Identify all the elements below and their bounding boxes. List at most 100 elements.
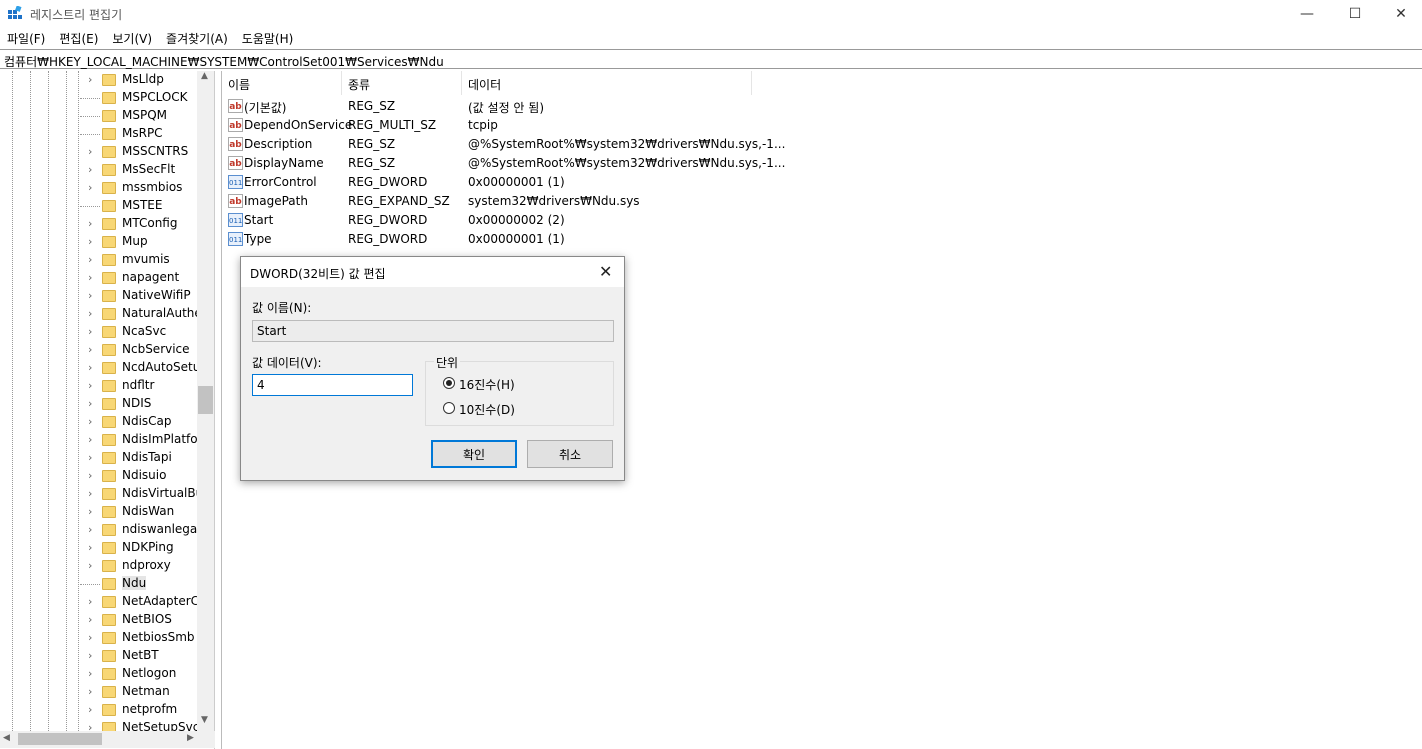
- tree-item[interactable]: › NetBT: [0, 647, 197, 665]
- tree-item[interactable]: › NdisVirtualBus: [0, 485, 209, 503]
- tree-item[interactable]: › napagent: [0, 269, 197, 287]
- scroll-up-icon[interactable]: ▲: [201, 71, 208, 81]
- cancel-button[interactable]: 취소: [527, 440, 613, 468]
- expand-chevron-icon[interactable]: ›: [88, 451, 92, 464]
- tree-item-label[interactable]: Netman: [122, 684, 170, 698]
- tree-item[interactable]: › ndproxy: [0, 557, 197, 575]
- column-data[interactable]: 데이터: [462, 71, 752, 95]
- tree-item[interactable]: MsRPC: [0, 125, 197, 143]
- expand-chevron-icon[interactable]: ›: [88, 523, 92, 536]
- column-name[interactable]: 이름: [222, 71, 342, 95]
- menu-help[interactable]: 도움말(H): [235, 28, 301, 48]
- menu-edit[interactable]: 편집(E): [52, 28, 105, 48]
- dec-radio[interactable]: [443, 402, 455, 414]
- menu-favorites[interactable]: 즐겨찾기(A): [159, 28, 235, 48]
- expand-chevron-icon[interactable]: ›: [88, 253, 92, 266]
- tree-item[interactable]: › NetbiosSmb: [0, 629, 197, 647]
- scroll-right-icon[interactable]: ▶: [187, 733, 194, 743]
- value-data-input[interactable]: 4: [252, 374, 413, 396]
- tree-item-label[interactable]: MsRPC: [122, 126, 163, 140]
- tree-item[interactable]: MSTEE: [0, 197, 197, 215]
- tree-item[interactable]: › MsLldp: [0, 71, 197, 89]
- tree-item-label[interactable]: NcaSvc: [122, 324, 166, 338]
- tree-item[interactable]: › MSSCNTRS: [0, 143, 197, 161]
- tree-item-label[interactable]: ndfltr: [122, 378, 154, 392]
- tree-item-label[interactable]: Netlogon: [122, 666, 176, 680]
- menu-file[interactable]: 파일(F): [0, 28, 52, 48]
- tree-item[interactable]: › NDIS: [0, 395, 197, 413]
- tree-item[interactable]: › NetBIOS: [0, 611, 197, 629]
- dialog-close-button[interactable]: ✕: [599, 262, 612, 281]
- tree-item-label[interactable]: NativeWifiP: [122, 288, 191, 302]
- tree-item-label[interactable]: Ndu: [122, 576, 147, 590]
- close-button[interactable]: ✕: [1378, 0, 1422, 28]
- column-type[interactable]: 종류: [342, 71, 462, 95]
- tree-item-label[interactable]: MTConfig: [122, 216, 177, 230]
- expand-chevron-icon[interactable]: ›: [88, 145, 92, 158]
- expand-chevron-icon[interactable]: ›: [88, 271, 92, 284]
- tree-item[interactable]: › NdisImPlatform: [0, 431, 214, 449]
- expand-chevron-icon[interactable]: ›: [88, 325, 92, 338]
- tree-item-label[interactable]: mvumis: [122, 252, 170, 266]
- tree-item-label[interactable]: NetBT: [122, 648, 159, 662]
- expand-chevron-icon[interactable]: ›: [88, 181, 92, 194]
- tree-item-label[interactable]: napagent: [122, 270, 179, 284]
- minimize-button[interactable]: —: [1284, 0, 1330, 28]
- tree-item[interactable]: › NdisWan: [0, 503, 197, 521]
- expand-chevron-icon[interactable]: ›: [88, 559, 92, 572]
- value-row[interactable]: ab (기본값) REG_SZ (값 설정 안 됨): [222, 97, 752, 116]
- tree-item[interactable]: › Ndisuio: [0, 467, 197, 485]
- expand-chevron-icon[interactable]: ›: [88, 217, 92, 230]
- maximize-button[interactable]: ☐: [1332, 0, 1378, 28]
- tree-item[interactable]: Ndu: [0, 575, 197, 593]
- menu-view[interactable]: 보기(V): [105, 28, 159, 48]
- tree-item-label[interactable]: mssmbios: [122, 180, 182, 194]
- tree-item-label[interactable]: NdisTapi: [122, 450, 172, 464]
- tree-item-label[interactable]: NcdAutoSetup: [122, 360, 208, 374]
- tree-item-label[interactable]: Mup: [122, 234, 148, 248]
- expand-chevron-icon[interactable]: ›: [88, 595, 92, 608]
- tree-item-label[interactable]: MsSecFlt: [122, 162, 175, 176]
- tree-item-label[interactable]: NetBIOS: [122, 612, 172, 626]
- tree-item[interactable]: MSPCLOCK: [0, 89, 197, 107]
- address-bar[interactable]: 컴퓨터₩HKEY_LOCAL_MACHINE₩SYSTEM₩ControlSet…: [0, 49, 1422, 69]
- expand-chevron-icon[interactable]: ›: [88, 343, 92, 356]
- value-row[interactable]: 011 Type REG_DWORD 0x00000001 (1): [222, 230, 752, 249]
- expand-chevron-icon[interactable]: ›: [88, 361, 92, 374]
- hex-radio[interactable]: [443, 377, 455, 389]
- tree-item[interactable]: › NcdAutoSetup: [0, 359, 208, 377]
- expand-chevron-icon[interactable]: ›: [88, 649, 92, 662]
- scroll-left-icon[interactable]: ◀: [3, 733, 10, 743]
- tree-item-label[interactable]: MSSCNTRS: [122, 144, 188, 158]
- tree-item[interactable]: › NcaSvc: [0, 323, 197, 341]
- tree-item-label[interactable]: NDIS: [122, 396, 151, 410]
- tree-item-label[interactable]: NdisWan: [122, 504, 174, 518]
- tree-horizontal-scroll-thumb[interactable]: [18, 733, 102, 745]
- tree-item-label[interactable]: ndproxy: [122, 558, 171, 572]
- tree-item[interactable]: › NaturalAuthen: [0, 305, 209, 323]
- expand-chevron-icon[interactable]: ›: [88, 541, 92, 554]
- tree-item[interactable]: › ndfltr: [0, 377, 197, 395]
- expand-chevron-icon[interactable]: ›: [88, 73, 92, 86]
- tree-item[interactable]: › NdisTapi: [0, 449, 197, 467]
- tree-item[interactable]: › MTConfig: [0, 215, 197, 233]
- value-row[interactable]: ab DisplayName REG_SZ @%SystemRoot%₩system3…: [222, 154, 785, 173]
- tree-item[interactable]: › Netlogon: [0, 665, 197, 683]
- value-row[interactable]: 011 Start REG_DWORD 0x00000002 (2): [222, 211, 752, 230]
- value-row[interactable]: ab ImagePath REG_EXPAND_SZ system32₩drivers…: [222, 192, 752, 211]
- expand-chevron-icon[interactable]: ›: [88, 631, 92, 644]
- hex-label[interactable]: 16진수(H): [459, 376, 515, 393]
- tree-item[interactable]: › Mup: [0, 233, 197, 251]
- expand-chevron-icon[interactable]: ›: [88, 613, 92, 626]
- value-row[interactable]: ab Description REG_SZ @%SystemRoot%₩system3…: [222, 135, 785, 154]
- expand-chevron-icon[interactable]: ›: [88, 487, 92, 500]
- ok-button[interactable]: 확인: [431, 440, 517, 468]
- tree-item-label[interactable]: NdisCap: [122, 414, 172, 428]
- tree-item[interactable]: › NdisCap: [0, 413, 197, 431]
- expand-chevron-icon[interactable]: ›: [88, 307, 92, 320]
- tree-item[interactable]: › NDKPing: [0, 539, 197, 557]
- expand-chevron-icon[interactable]: ›: [88, 505, 92, 518]
- tree-vertical-scroll-thumb[interactable]: [198, 386, 213, 414]
- tree-item-label[interactable]: MSPQM: [122, 108, 167, 122]
- value-row[interactable]: ab DependOnService REG_MULTI_SZ tcpip: [222, 116, 752, 135]
